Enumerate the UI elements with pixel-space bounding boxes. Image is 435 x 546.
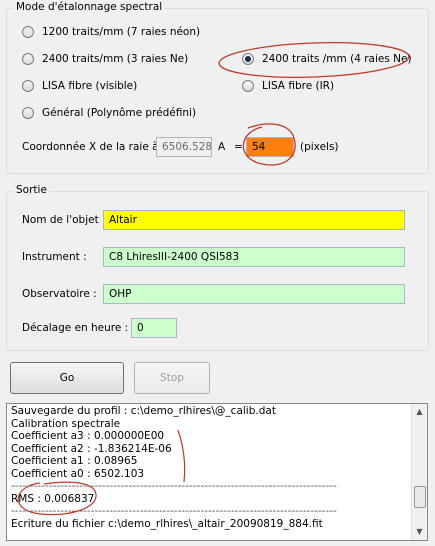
scroll-up-arrow-icon[interactable]: ▲ <box>412 404 427 420</box>
radio-circle-icon[interactable] <box>22 80 34 92</box>
log-lines: Sauvegarde du profil : c:\demo_rlhires\@… <box>11 405 409 530</box>
angstrom-label: A <box>218 141 226 153</box>
radio-label: 1200 traits/mm (7 raies néon) <box>42 26 201 38</box>
instrument-label: Instrument : <box>22 251 87 263</box>
radio-general-polynomial[interactable]: Général (Polynôme prédéfini) <box>22 107 196 119</box>
log-line: ----------------------------------------… <box>11 480 337 492</box>
log-output[interactable]: Sauvegarde du profil : c:\demo_rlhires\@… <box>6 403 428 541</box>
object-name-field[interactable]: Altair <box>103 210 405 230</box>
radio-label: LISA fibre (IR) <box>262 80 335 92</box>
log-scrollbar[interactable]: ▲ ▼ <box>411 404 427 540</box>
wavelength-field[interactable]: 6506.528 <box>156 137 212 157</box>
log-line: Ecriture du fichier c:\demo_rlhires\_alt… <box>11 517 323 530</box>
radio-checked-icon[interactable] <box>242 53 254 65</box>
log-line: Calibration spectrale <box>11 417 121 430</box>
radio-circle-icon[interactable] <box>22 26 34 38</box>
pixels-unit-label: (pixels) <box>300 141 339 153</box>
log-line: Coefficient a0 : 6502.103 <box>11 467 145 480</box>
calibration-group-title: Mode d'étalonnage spectral <box>13 1 166 13</box>
time-offset-field[interactable]: 0 <box>131 318 177 338</box>
log-line: Coefficient a3 : 0.000000E00 <box>11 430 165 442</box>
radio-label: 2400 traits /mm (4 raies Ne) <box>262 53 412 65</box>
log-line: ----------------------------------------… <box>11 505 337 517</box>
radio-lisa-ir[interactable]: LISA fibre (IR) <box>242 80 334 92</box>
radio-circle-icon[interactable] <box>22 107 34 119</box>
radio-label: LISA fibre (visible) <box>42 80 138 92</box>
radio-circle-icon[interactable] <box>242 80 254 92</box>
log-line: Coefficient a1 : 0.08965 <box>11 455 138 467</box>
radio-lisa-visible[interactable]: LISA fibre (visible) <box>22 80 137 92</box>
scroll-thumb[interactable] <box>414 486 426 508</box>
observatory-field[interactable]: OHP <box>103 284 405 304</box>
log-line: RMS : 0.006837 <box>11 492 95 505</box>
observatory-label: Observatoire : <box>22 288 97 300</box>
log-line: Sauvegarde du profil : c:\demo_rlhires\@… <box>11 405 276 417</box>
radio-2400-3-lines[interactable]: 2400 traits/mm (3 raies Ne) <box>22 53 188 65</box>
instrument-field[interactable]: C8 LhiresIII-2400 QSI583 <box>103 247 405 267</box>
output-group-title: Sortie <box>13 184 50 196</box>
coordinate-label: Coordonnée X de la raie à <box>22 141 159 153</box>
pixel-field[interactable]: 54 <box>246 137 294 157</box>
stop-button[interactable]: Stop <box>134 362 210 394</box>
radio-label: Général (Polynôme prédéfini) <box>42 107 197 119</box>
scroll-down-arrow-icon[interactable]: ▼ <box>412 524 427 540</box>
go-button[interactable]: Go <box>10 362 124 394</box>
log-line: Coefficient a2 : -1.836214E-06 <box>11 442 172 455</box>
object-name-label: Nom de l'objet : <box>22 214 106 226</box>
time-offset-label: Décalage en heure : <box>22 322 129 334</box>
radio-1200-7-lines[interactable]: 1200 traits/mm (7 raies néon) <box>22 26 200 38</box>
radio-2400-4-lines[interactable]: 2400 traits /mm (4 raies Ne) <box>242 53 412 65</box>
radio-label: 2400 traits/mm (3 raies Ne) <box>42 53 189 65</box>
radio-circle-icon[interactable] <box>22 53 34 65</box>
equals-sign: = <box>234 141 243 153</box>
